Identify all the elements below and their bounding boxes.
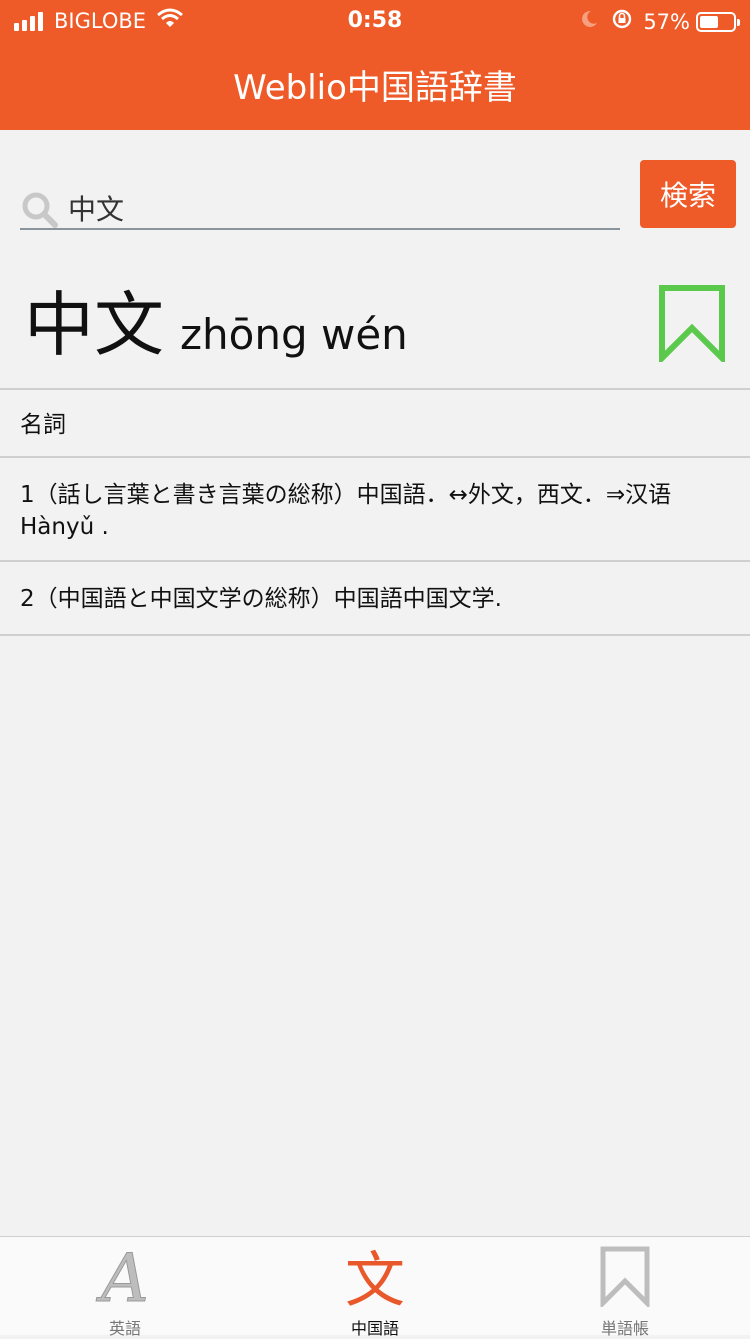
pinyin: zhōng wén [180, 310, 408, 359]
search-icon [20, 190, 60, 234]
tab-bar: A 英語 文 中国語 単語帳 [0, 1236, 750, 1338]
search-input[interactable]: 中文 [20, 160, 620, 230]
search-query: 中文 [68, 193, 125, 226]
chinese-character-icon: 文 [250, 1243, 500, 1309]
moon-icon [579, 9, 599, 34]
page-title: Weblio中国語辞書 [233, 68, 517, 108]
sense-1-line-2: Hànyǔ . [20, 514, 109, 540]
status-right: 57% [579, 8, 740, 35]
status-bar: BIGLOBE 0:58 57% [0, 0, 750, 40]
sense-1-line-1: 1（話し言葉と書き言葉の総称）中国語．↔外文，西文．⇒汉语 [20, 482, 672, 508]
tab-english[interactable]: A 英語 [0, 1237, 250, 1338]
svg-text:文: 文 [345, 1246, 405, 1309]
tab-wordbook-label: 単語帳 [600, 1319, 649, 1338]
sense-2: 2（中国語と中国文学の総称）中国語中国文学. [0, 560, 750, 636]
search-button[interactable]: 検索 [640, 160, 736, 228]
rotation-lock-icon [611, 8, 633, 35]
tab-english-label: 英語 [108, 1319, 141, 1338]
bookmark-icon[interactable] [658, 284, 726, 366]
tab-chinese[interactable]: 文 中国語 [250, 1237, 500, 1338]
svg-text:A: A [95, 1243, 149, 1309]
battery-percent: 57% [643, 9, 690, 34]
bookmark-icon [500, 1243, 750, 1309]
headword: 中文 [24, 284, 164, 366]
sense-2-text: 2（中国語と中国文学の総称）中国語中国文学. [20, 586, 502, 612]
tab-chinese-label: 中国語 [350, 1319, 399, 1338]
part-of-speech: 名詞 [20, 412, 66, 438]
battery-icon [696, 11, 740, 32]
sense-1: 1（話し言葉と書き言葉の総称）中国語．↔外文，西文．⇒汉语 Hànyǔ . [0, 456, 750, 562]
letter-a-icon: A [0, 1243, 250, 1309]
app-header: BIGLOBE 0:58 57% Weblio中国語辞書 [0, 0, 750, 130]
entry-header: 中文 zhōng wén [0, 270, 750, 388]
tab-wordbook[interactable]: 単語帳 [500, 1237, 750, 1338]
part-of-speech-row: 名詞 [0, 388, 750, 456]
search-bar: 中文 検索 [0, 130, 750, 250]
